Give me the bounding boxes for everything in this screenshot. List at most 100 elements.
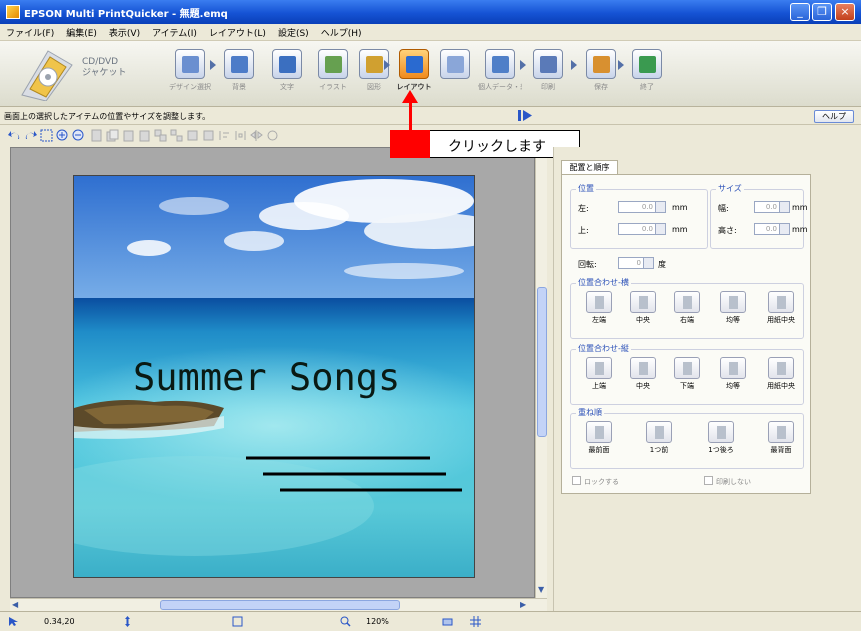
noprint-checkbox[interactable] [704, 476, 713, 485]
menu-edit[interactable]: 編集(E) [60, 24, 103, 39]
undo-icon[interactable] [8, 129, 21, 142]
width-input[interactable]: 0.0 [754, 201, 790, 213]
toolbar-icon-5 [406, 56, 423, 73]
toolbar-icon-8 [540, 56, 557, 73]
step-arrow-icon [384, 60, 390, 70]
close-button[interactable]: × [835, 3, 855, 21]
order-button-1[interactable] [646, 421, 672, 443]
toolbar-button-1[interactable] [224, 49, 254, 79]
toolbar-button-3[interactable] [318, 49, 348, 79]
lock-label: ロックする [584, 478, 619, 486]
toolbar-button-8[interactable] [533, 49, 563, 79]
hint-bar: 画面上の選択したアイテムの位置やサイズを調整します。 ヘルプ [0, 107, 861, 125]
height-input[interactable]: 0.0 [754, 223, 790, 235]
spin-arrows[interactable] [643, 258, 653, 268]
zoom-icon [340, 616, 351, 627]
toolbar-button-0[interactable] [175, 49, 205, 79]
maximize-button[interactable]: ❐ [812, 3, 832, 21]
menu-file[interactable]: ファイル(F) [0, 24, 60, 39]
toolbar-button-7[interactable] [485, 49, 515, 79]
spin-arrows[interactable] [655, 224, 665, 234]
halign-button-0[interactable] [586, 291, 612, 313]
valign-label-2: 下端 [680, 382, 694, 390]
noprint-label: 印刷しない [716, 478, 751, 486]
scroll-down-icon[interactable]: ▼ [538, 585, 544, 594]
jacket-title-text[interactable]: Summer Songs [133, 356, 400, 399]
lock-checkbox[interactable] [572, 476, 581, 485]
order-icon-2 [717, 426, 726, 439]
toolbar-icon-4 [366, 56, 383, 73]
menu-view[interactable]: 表示(V) [103, 24, 146, 39]
callout-marker [390, 130, 430, 158]
halign-icon-0 [595, 296, 604, 309]
valign-group-label: 位置合わせ-縦 [576, 343, 631, 354]
rotate-input[interactable]: 0 [618, 257, 654, 269]
valign-icon-4 [777, 362, 786, 375]
horizontal-scrollbar[interactable]: ◀ ▶ [10, 598, 547, 611]
valign-button-2[interactable] [674, 357, 700, 379]
next-step-icon[interactable] [518, 110, 532, 121]
ungroup-icon [170, 129, 183, 142]
scroll-left-icon[interactable]: ◀ [12, 600, 18, 609]
scroll-right-icon[interactable]: ▶ [520, 600, 526, 609]
order-button-0[interactable] [586, 421, 612, 443]
title-bar: EPSON Multi PrintQuicker - 無題.emq _ ❐ × [0, 0, 861, 24]
redo-icon[interactable] [24, 129, 37, 142]
size-group-label: サイズ [716, 183, 744, 194]
rotate-unit: 度 [658, 260, 666, 269]
valign-button-0[interactable] [586, 357, 612, 379]
toolbar-button-9[interactable] [586, 49, 616, 79]
menu-layout[interactable]: レイアウト(L) [203, 24, 272, 39]
toolbar-label-3: イラスト [319, 83, 347, 91]
valign-button-3[interactable] [720, 357, 746, 379]
y-input[interactable]: 0.0 [618, 223, 666, 235]
toolbar-button-2[interactable] [272, 49, 302, 79]
select-tool-icon[interactable] [40, 129, 53, 142]
toolbar-label-0: デザイン選択 [169, 83, 211, 91]
valign-button-4[interactable] [768, 357, 794, 379]
zoom-out-icon[interactable] [72, 129, 85, 142]
halign-label-2: 右端 [680, 316, 694, 324]
send-back-icon [203, 130, 214, 141]
valign-icon-3 [729, 362, 738, 375]
halign-group-label: 位置合わせ-横 [576, 277, 631, 288]
text-lines-decoration[interactable] [240, 452, 465, 497]
halign-button-1[interactable] [630, 291, 656, 313]
help-button[interactable]: ヘルプ [814, 110, 854, 123]
toolbar-icon-6 [447, 56, 464, 73]
toolbar-button-10[interactable] [632, 49, 662, 79]
position-group-label: 位置 [576, 183, 596, 194]
minimize-button[interactable]: _ [790, 3, 810, 21]
toolbar-button-6[interactable] [440, 49, 470, 79]
spin-arrows[interactable] [779, 202, 789, 212]
halign-button-4[interactable] [768, 291, 794, 313]
toolbar-label-4: 図形 [367, 83, 381, 91]
valign-button-1[interactable] [630, 357, 656, 379]
mode-line1: CD/DVD [82, 57, 119, 67]
valign-icon-2 [683, 362, 692, 375]
toolbar-icon-0 [182, 56, 199, 73]
menu-item[interactable]: アイテム(I) [146, 24, 203, 39]
vertical-scrollbar[interactable]: ▲ ▼ [535, 147, 547, 598]
order-button-2[interactable] [708, 421, 734, 443]
layer-icon [442, 618, 453, 626]
valign-label-0: 上端 [592, 382, 606, 390]
menu-help[interactable]: ヘルプ(H) [315, 24, 368, 39]
halign-button-3[interactable] [720, 291, 746, 313]
order-group-label: 重ね順 [576, 407, 604, 418]
y-unit: mm [672, 225, 688, 234]
order-button-3[interactable] [768, 421, 794, 443]
valign-label-1: 中央 [636, 382, 650, 390]
x-input[interactable]: 0.0 [618, 201, 666, 213]
toolbar-button-5[interactable] [399, 49, 429, 79]
halign-button-2[interactable] [674, 291, 700, 313]
horizontal-scroll-thumb[interactable] [160, 600, 400, 610]
step-arrow-icon [210, 60, 216, 70]
menu-settings[interactable]: 設定(S) [272, 24, 315, 39]
zoom-in-icon[interactable] [56, 129, 69, 142]
menu-bar: ファイル(F) 編集(E) 表示(V) アイテム(I) レイアウト(L) 設定(S) ヘルプ… [0, 24, 861, 41]
spin-arrows[interactable] [779, 224, 789, 234]
tab-layout-order[interactable]: 配置と順序 [561, 160, 618, 174]
vertical-scroll-thumb[interactable] [537, 287, 547, 437]
spin-arrows[interactable] [655, 202, 665, 212]
